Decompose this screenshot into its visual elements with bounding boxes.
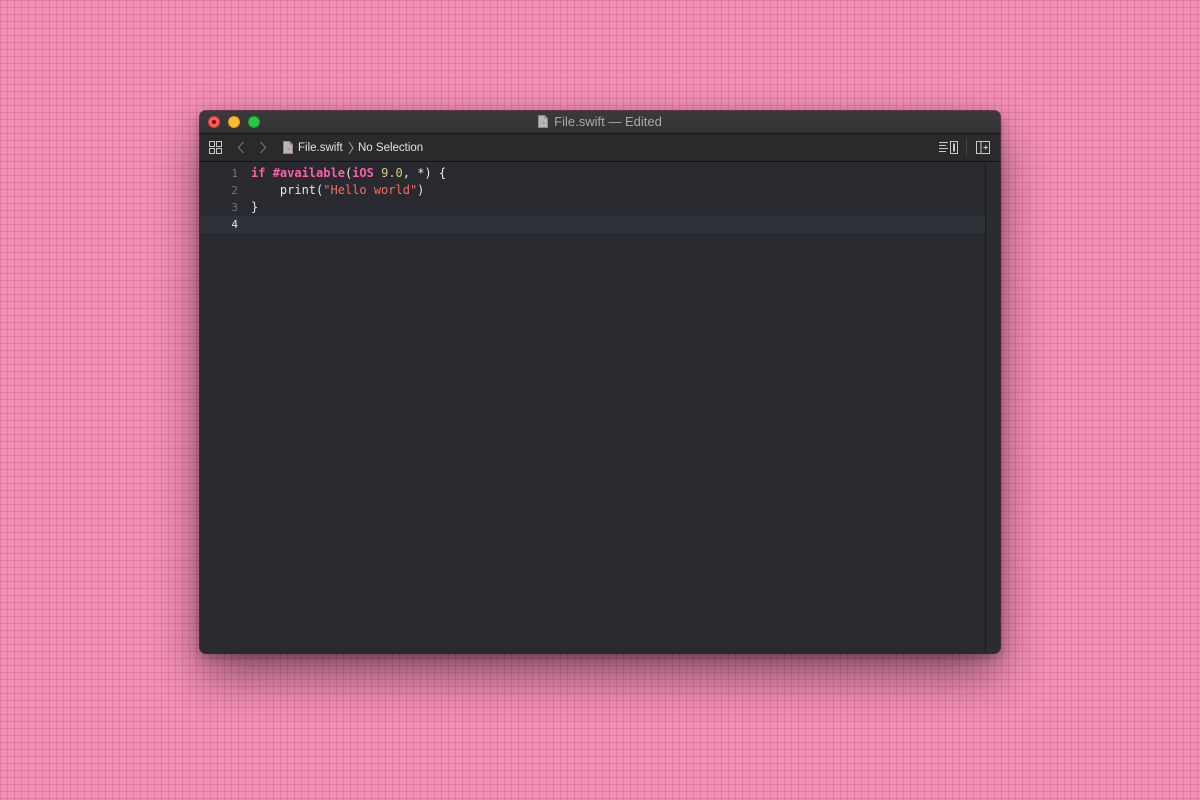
line-number: 2 [231, 184, 238, 197]
grid-icon [208, 141, 222, 154]
back-button[interactable] [234, 134, 248, 161]
swift-file-icon [538, 113, 549, 128]
split-add-icon [976, 141, 990, 154]
related-items-button[interactable] [207, 134, 223, 161]
code-text[interactable]: print("Hello world") [251, 182, 425, 199]
line-number: 4 [231, 218, 238, 231]
code-line[interactable]: 1 if #available(iOS 9.0, *) { [200, 165, 985, 182]
code-token-plain: } [251, 200, 259, 214]
breadcrumb-separator [347, 134, 355, 161]
add-editor-button[interactable] [975, 134, 991, 161]
code-token-plain: , *) { [402, 166, 447, 180]
breadcrumb-file[interactable]: File.swift [298, 134, 343, 161]
swift-file-icon [282, 141, 293, 154]
title-bar[interactable]: File.swift — Edited [200, 111, 1000, 134]
breadcrumb-selection-label: No Selection [358, 141, 424, 154]
code-line[interactable]: 3} [200, 199, 985, 216]
editor-window: File.swift — Edited File.swift No Select… [200, 111, 1000, 653]
code-token-plain: ) [417, 183, 425, 197]
breadcrumb-file-label: File.swift [298, 141, 343, 154]
code-line[interactable]: 4 [200, 216, 985, 233]
toolbar-divider [966, 139, 967, 156]
chevron-left-icon [237, 141, 244, 154]
forward-button[interactable] [256, 134, 270, 161]
code-token-number: 9.0 [381, 166, 403, 180]
line-number: 3 [231, 201, 238, 214]
code-text[interactable]: } [251, 199, 258, 216]
chevron-right-icon [260, 141, 267, 154]
vertical-scrollbar[interactable] [985, 162, 1000, 653]
code-token-plain: print( [251, 183, 324, 197]
code-token-keyword: if [251, 166, 266, 180]
code-token-string: "Hello world" [323, 183, 418, 197]
breadcrumb-selection[interactable]: No Selection [358, 134, 423, 161]
lines-panel-icon [939, 141, 958, 154]
source-editor[interactable]: 1 if #available(iOS 9.0, *) {2 print("Hel… [200, 162, 985, 653]
jump-bar: File.swift No Selection [200, 134, 1000, 162]
window-title: File.swift — Edited [200, 111, 1000, 133]
breadcrumb-file-icon [280, 134, 295, 161]
breadcrumb-chevron-icon [348, 141, 354, 154]
window-title-text: File.swift — Edited [554, 114, 662, 129]
editor-options-button[interactable] [938, 134, 960, 161]
line-number: 1 [231, 167, 238, 180]
code-token-keyword: #available [272, 166, 345, 180]
code-text[interactable]: if #available(iOS 9.0, *) { [251, 165, 446, 182]
code-token-keyword: iOS [352, 166, 374, 180]
code-line[interactable]: 2 print("Hello world") [200, 182, 985, 199]
